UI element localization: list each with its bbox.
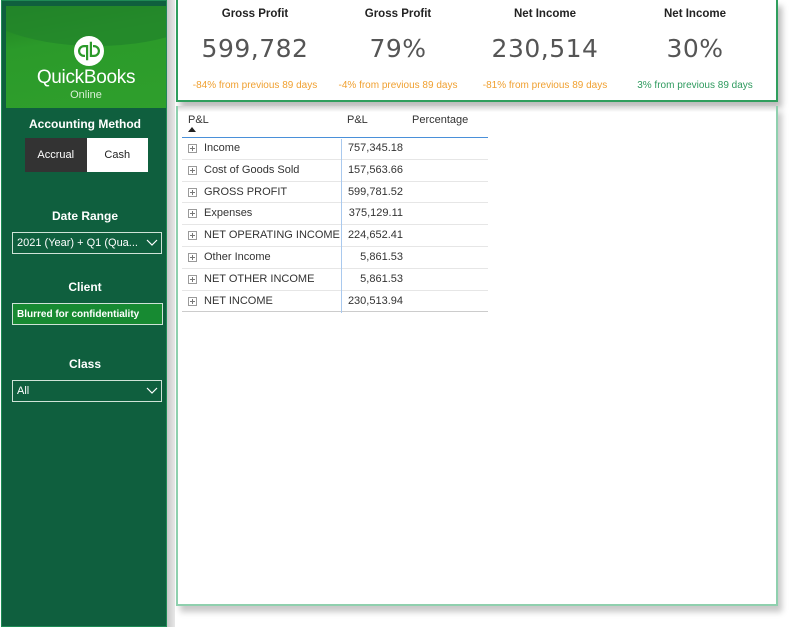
kpi-value: 599,782 xyxy=(201,34,309,63)
class-value: All xyxy=(17,385,30,397)
row-label: Expenses xyxy=(204,207,253,220)
class-dropdown[interactable]: All xyxy=(12,380,162,402)
quickbooks-logo: QuickBooks Online xyxy=(6,6,166,108)
expand-plus-icon[interactable] xyxy=(188,296,197,306)
kpi-value: 30% xyxy=(666,34,724,63)
kpi-delta: -84% from previous 89 days xyxy=(192,80,318,91)
column-header-pl-category[interactable]: P&L xyxy=(188,114,209,126)
expand-plus-icon[interactable] xyxy=(188,274,197,284)
row-value: 5,861.53 xyxy=(360,272,403,285)
accounting-method-toggle: Accrual Cash xyxy=(25,138,148,172)
row-label: NET INCOME xyxy=(204,294,273,307)
client-selector[interactable]: Blurred for confidentiality xyxy=(12,303,163,325)
row-value: 224,652.41 xyxy=(347,229,403,242)
kpi-delta: -4% from previous 89 days xyxy=(338,80,458,91)
row-value: 230,513.94 xyxy=(347,294,403,307)
table-row[interactable]: NET OPERATING INCOME 224,652.41 xyxy=(182,225,488,247)
table-row[interactable]: NET OTHER INCOME 5,861.53 xyxy=(182,269,488,291)
class-label: Class xyxy=(68,357,102,371)
row-label: GROSS PROFIT xyxy=(204,185,288,198)
sidebar: QuickBooks Online Accounting Method Accr… xyxy=(1,0,167,627)
client-label: Client xyxy=(68,280,102,294)
column-header-percentage[interactable]: Percentage xyxy=(412,114,468,126)
date-range-value: 2021 (Year) + Q1 (Qua... xyxy=(17,237,138,249)
date-range-label: Date Range xyxy=(51,209,119,223)
row-label: Income xyxy=(204,142,241,154)
pl-matrix: P&L P&L Percentage Income 757,345.18 Cost … xyxy=(182,112,488,313)
expand-plus-icon[interactable] xyxy=(188,144,197,153)
date-range-dropdown[interactable]: 2021 (Year) + Q1 (Qua... xyxy=(12,232,162,254)
kpi-title: Net Income xyxy=(514,8,576,20)
logo-sub-text: Online xyxy=(70,89,102,101)
chevron-down-icon xyxy=(143,381,161,401)
kpi-delta: -81% from previous 89 days xyxy=(482,80,608,91)
row-value: 5,861.53 xyxy=(360,250,403,263)
chevron-down-icon xyxy=(143,233,161,253)
column-divider xyxy=(341,139,342,313)
table-row[interactable]: GROSS PROFIT 599,781.52 xyxy=(182,182,488,204)
logo-brand-text: QuickBooks xyxy=(36,67,136,88)
cash-option[interactable]: Cash xyxy=(86,138,148,172)
accrual-option[interactable]: Accrual xyxy=(25,138,87,172)
expand-plus-icon[interactable] xyxy=(188,252,197,262)
sort-ascending-icon[interactable] xyxy=(188,127,196,132)
kpi-title: Gross Profit xyxy=(221,8,289,20)
table-header: P&L P&L Percentage xyxy=(182,112,488,138)
table-row[interactable]: Income 757,345.18 xyxy=(182,138,488,160)
kpi-title: Net Income xyxy=(664,8,726,20)
table-row[interactable]: NET INCOME 230,513.94 xyxy=(182,291,488,313)
table-row[interactable]: Cost of Goods Sold 157,563.66 xyxy=(182,160,488,182)
row-value: 757,345.18 xyxy=(347,142,403,154)
expand-plus-icon[interactable] xyxy=(188,165,197,175)
sidebar-shadow xyxy=(167,0,175,627)
kpi-delta: 3% from previous 89 days xyxy=(637,80,753,91)
expand-plus-icon[interactable] xyxy=(188,209,197,219)
row-label: NET OPERATING INCOME xyxy=(204,229,340,242)
row-label: Cost of Goods Sold xyxy=(204,163,300,176)
column-header-pl-amount[interactable]: P&L xyxy=(347,114,368,126)
kpi-value: 230,514 xyxy=(491,34,599,63)
expand-plus-icon[interactable] xyxy=(188,231,197,241)
pl-table-panel: P&L P&L Percentage Income 757,345.18 Cost … xyxy=(176,106,778,606)
row-label: Other Income xyxy=(204,250,271,263)
qb-logo-icon xyxy=(74,36,104,66)
row-value: 375,129.11 xyxy=(348,207,403,220)
kpi-value: 79% xyxy=(369,34,427,63)
table-row[interactable]: Other Income 5,861.53 xyxy=(182,247,488,269)
kpi-card: Gross Profit 599,782 -84% from previous … xyxy=(176,0,778,102)
kpi-title: Gross Profit xyxy=(364,8,432,20)
row-value: 157,563.66 xyxy=(347,163,403,176)
row-value: 599,781.52 xyxy=(347,185,403,198)
accounting-method-label: Accounting Method xyxy=(29,117,141,131)
row-label: NET OTHER INCOME xyxy=(204,272,315,285)
expand-plus-icon[interactable] xyxy=(188,187,197,197)
table-row[interactable]: Expenses 375,129.11 xyxy=(182,203,488,226)
